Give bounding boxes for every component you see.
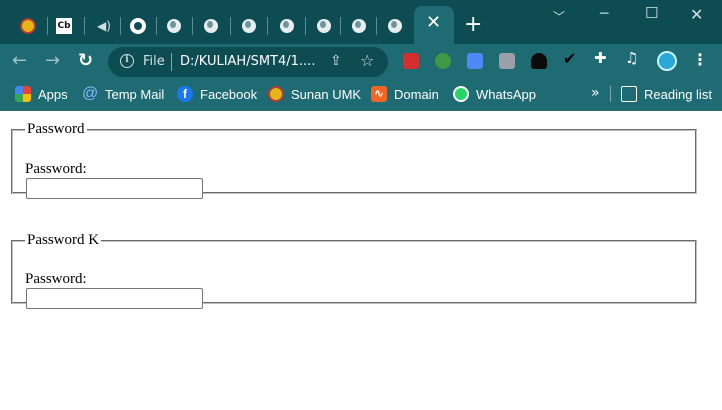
menu-kebab-icon[interactable]: ⋮ bbox=[692, 48, 708, 72]
fieldset-legend: Password bbox=[27, 121, 85, 137]
password-input[interactable] bbox=[26, 178, 203, 199]
globe-icon bbox=[204, 19, 218, 33]
facebook-icon: f bbox=[177, 86, 193, 102]
tab-separator bbox=[47, 17, 48, 35]
tab-separator bbox=[156, 17, 157, 35]
at-sign-icon: @ bbox=[82, 85, 99, 102]
tab-11[interactable] bbox=[381, 12, 409, 40]
close-tab-icon[interactable]: ✕ bbox=[426, 14, 441, 32]
bookmark-temp-mail[interactable]: @ Temp Mail bbox=[82, 85, 164, 103]
github-icon bbox=[130, 18, 146, 34]
extension-globe-icon[interactable] bbox=[435, 53, 451, 69]
extension-gray-icon[interactable] bbox=[499, 53, 515, 69]
info-icon[interactable]: i bbox=[120, 54, 134, 68]
globe-icon bbox=[167, 19, 181, 33]
password-label: Password: bbox=[25, 271, 87, 287]
tab-1[interactable] bbox=[14, 12, 42, 40]
tab-9[interactable] bbox=[310, 12, 338, 40]
bookmark-facebook[interactable]: f Facebook bbox=[177, 85, 257, 103]
maximize-icon[interactable]: ☐ bbox=[645, 4, 658, 22]
password-input[interactable] bbox=[26, 288, 203, 309]
reload-icon[interactable]: ↻ bbox=[78, 50, 93, 71]
address-url[interactable]: D:/KULIAH/SMT4/1.... bbox=[180, 54, 315, 69]
university-seal-icon bbox=[268, 86, 284, 102]
share-icon[interactable]: ⇪ bbox=[330, 53, 342, 69]
reading-list-icon bbox=[621, 86, 637, 102]
bookmark-label: Sunan UMK bbox=[291, 86, 362, 102]
globe-icon bbox=[352, 19, 366, 33]
bookmark-sunan-umk[interactable]: Sunan UMK bbox=[268, 85, 361, 103]
new-tab-button[interactable]: + bbox=[464, 14, 482, 36]
extension-hat-icon[interactable] bbox=[531, 53, 547, 69]
active-tab[interactable]: ✕ bbox=[414, 6, 454, 44]
extensions-puzzle-icon[interactable]: ✚ bbox=[594, 49, 607, 67]
navigation-toolbar: ← → ↻ i File D:/KULIAH/SMT4/1.... ⇪ ☆ ✔ … bbox=[0, 44, 722, 78]
tab-separator bbox=[267, 17, 268, 35]
tab-separator bbox=[305, 17, 306, 35]
globe-icon bbox=[242, 19, 256, 33]
tab-3[interactable]: ◀) bbox=[90, 12, 118, 40]
tab-separator bbox=[376, 17, 377, 35]
bookmark-label: Temp Mail bbox=[105, 86, 165, 102]
bookmark-whatsapp[interactable]: WhatsApp bbox=[453, 85, 536, 103]
address-divider bbox=[171, 53, 172, 71]
tab-6[interactable] bbox=[197, 12, 225, 40]
address-scheme-label: File bbox=[143, 54, 165, 69]
bookmark-label: Domain bbox=[394, 86, 439, 102]
extension-red-icon[interactable] bbox=[403, 53, 419, 69]
whatsapp-icon bbox=[453, 86, 469, 102]
tab-separator bbox=[230, 17, 231, 35]
tab-4[interactable] bbox=[124, 12, 152, 40]
minimize-icon[interactable]: ─ bbox=[600, 6, 608, 22]
bookmarks-divider bbox=[610, 86, 611, 102]
tab-7[interactable] bbox=[235, 12, 263, 40]
bookmark-label: WhatsApp bbox=[476, 86, 536, 102]
domain-icon: ∿ bbox=[371, 86, 387, 102]
reading-list-label: Reading list bbox=[644, 86, 712, 102]
password-fieldset: Password Password: bbox=[11, 121, 697, 199]
bookmark-apps[interactable]: Apps bbox=[15, 85, 68, 103]
bookmark-domain[interactable]: ∿ Domain bbox=[371, 85, 439, 103]
media-control-icon[interactable]: ♫ bbox=[625, 49, 638, 67]
password-label: Password: bbox=[25, 161, 87, 177]
tab-separator bbox=[340, 17, 341, 35]
close-window-icon[interactable]: ✕ bbox=[690, 5, 703, 24]
speaker-audio-icon: ◀) bbox=[97, 19, 111, 33]
bookmarks-bar: Apps @ Temp Mail f Facebook Sunan UMK ∿ … bbox=[0, 80, 722, 108]
tab-separator bbox=[120, 17, 121, 35]
globe-icon bbox=[280, 19, 294, 33]
globe-icon bbox=[388, 19, 402, 33]
tab-search-chevron-icon[interactable]: ﹀ bbox=[553, 8, 565, 25]
reading-list-button[interactable]: Reading list bbox=[621, 85, 712, 103]
tab-2[interactable]: Cb bbox=[50, 12, 78, 40]
tab-separator bbox=[192, 17, 193, 35]
tab-8[interactable] bbox=[273, 12, 301, 40]
bookmark-label: Apps bbox=[38, 86, 68, 102]
apps-grid-icon bbox=[15, 86, 31, 102]
bookmark-star-icon[interactable]: ☆ bbox=[360, 51, 374, 70]
tab-10[interactable] bbox=[345, 12, 373, 40]
globe-icon bbox=[317, 19, 331, 33]
google-translate-icon[interactable] bbox=[467, 53, 483, 69]
forward-arrow-icon[interactable]: → bbox=[45, 50, 60, 71]
profile-avatar[interactable] bbox=[657, 51, 677, 71]
address-bar[interactable]: i File D:/KULIAH/SMT4/1.... ⇪ ☆ bbox=[108, 47, 388, 77]
extension-check-icon[interactable]: ✔ bbox=[563, 49, 576, 68]
password-confirm-fieldset: Password K Password: bbox=[11, 232, 697, 309]
back-arrow-icon[interactable]: ← bbox=[12, 50, 27, 71]
tab-5[interactable] bbox=[160, 12, 188, 40]
bookmarks-overflow-button[interactable]: » bbox=[591, 85, 600, 101]
page-content: Password Password: Password K Password: bbox=[0, 111, 722, 410]
cb-icon: Cb bbox=[56, 18, 72, 34]
university-seal-icon bbox=[20, 18, 36, 34]
fieldset-legend: Password K bbox=[27, 232, 100, 248]
tab-strip: Cb ◀) ✕ + ﹀ ─ ☐ ✕ bbox=[0, 0, 722, 44]
bookmark-label: Facebook bbox=[200, 86, 258, 102]
tab-separator bbox=[84, 17, 85, 35]
